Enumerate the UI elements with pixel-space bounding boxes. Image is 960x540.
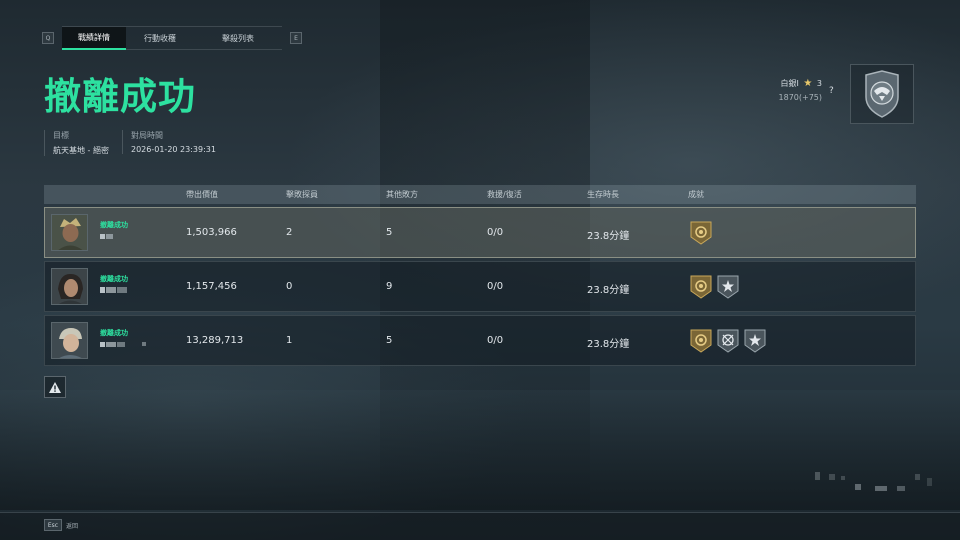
value-cell: 1,503,966 xyxy=(186,227,237,238)
target-value: 航天基地 - 絕密 xyxy=(53,146,109,155)
others-cell: 5 xyxy=(386,227,393,238)
rank-emblem[interactable] xyxy=(850,64,914,124)
status-label: 撤離成功 xyxy=(100,275,128,283)
table-header: 帶出價值 擊敗探員 其他敗方 救援/復活 生存時長 成就 xyxy=(44,185,916,204)
achievements xyxy=(690,329,766,353)
target-label: 目標 xyxy=(53,131,69,140)
kills-cell: 1 xyxy=(286,335,293,346)
survival-cell: 23.8分鐘 xyxy=(587,339,630,350)
rescue-cell: 0/0 xyxy=(487,335,504,346)
header-survival: 生存時長 xyxy=(587,190,619,199)
tab-loot[interactable]: 行動收穫 xyxy=(126,27,194,50)
survival-cell: 23.8分鐘 xyxy=(587,285,630,296)
back-label: 返回 xyxy=(66,522,79,530)
others-cell: 9 xyxy=(386,281,393,292)
player-name-redacted xyxy=(100,340,146,348)
value-cell: 1,157,456 xyxy=(186,281,237,292)
table-row[interactable]: 撤離成功 1,503,966 2 5 0/0 23.8分鐘 xyxy=(44,207,916,258)
silver-compass-icon[interactable] xyxy=(717,329,739,353)
survival-cell: 23.8分鐘 xyxy=(587,231,630,242)
status-label: 撤離成功 xyxy=(100,329,128,337)
kills-cell: 0 xyxy=(286,281,293,292)
tab-bar: 戰績詳情 行動收穫 擊殺列表 xyxy=(62,26,282,50)
tab-kill-list[interactable]: 擊殺列表 xyxy=(194,27,282,50)
achievements xyxy=(690,275,739,299)
achievements xyxy=(690,221,712,245)
others-cell: 5 xyxy=(386,335,393,346)
tab-match-details[interactable]: 戰績詳情 xyxy=(62,27,126,50)
gold-medal-icon[interactable] xyxy=(690,329,712,353)
player-name-redacted xyxy=(100,286,127,294)
help-icon[interactable]: ? xyxy=(829,86,834,96)
target-info: 目標 航天基地 - 絕密 xyxy=(44,130,109,156)
avatar xyxy=(51,214,88,251)
silver-star-icon[interactable] xyxy=(744,329,766,353)
star-icon: ★ xyxy=(803,78,813,89)
time-value: 2026-01-20 23:39:31 xyxy=(131,145,216,154)
silver-star-icon[interactable] xyxy=(717,275,739,299)
header-value: 帶出價值 xyxy=(186,190,218,199)
rank-points: 1870(+75) xyxy=(778,93,822,102)
table-row[interactable]: 撤離成功 1,157,456 0 9 0/0 23.8分鐘 xyxy=(44,261,916,312)
kills-cell: 2 xyxy=(286,227,293,238)
rank-stars: 3 xyxy=(816,79,822,88)
header-achievements: 成就 xyxy=(688,190,704,199)
header-others: 其他敗方 xyxy=(386,190,418,199)
value-cell: 13,289,713 xyxy=(186,335,244,346)
avatar xyxy=(51,268,88,305)
gold-medal-icon[interactable] xyxy=(690,221,712,245)
back-button[interactable]: Esc 返回 xyxy=(44,519,78,531)
rescue-cell: 0/0 xyxy=(487,227,504,238)
pixel-decoration xyxy=(815,472,932,491)
rescue-cell: 0/0 xyxy=(487,281,504,292)
rank-emblem-icon xyxy=(865,70,899,118)
top-nav: Q 戰績詳情 行動收穫 擊殺列表 E xyxy=(42,26,302,50)
gold-medal-icon[interactable] xyxy=(690,275,712,299)
header-rescue: 救援/復活 xyxy=(487,190,522,199)
header-kills: 擊敗探員 xyxy=(286,190,318,199)
e-key-hint[interactable]: E xyxy=(290,32,302,44)
warning-icon xyxy=(49,381,61,393)
esc-key-hint[interactable]: Esc xyxy=(44,519,62,531)
rank-info: 白銀I ★ 3 1870(+75) xyxy=(779,78,822,102)
player-name-redacted xyxy=(100,232,113,240)
time-info: 對局時間 2026-01-20 23:39:31 xyxy=(122,130,216,154)
time-label: 對局時間 xyxy=(131,131,163,140)
footer-bar: Esc 返回 xyxy=(0,512,960,540)
table-row[interactable]: 撤離成功 13,289,713 1 5 0/0 23.8分鐘 xyxy=(44,315,916,366)
result-title: 撤離成功 xyxy=(44,75,196,118)
report-button[interactable] xyxy=(44,376,66,398)
status-label: 撤離成功 xyxy=(100,221,128,229)
q-key-hint[interactable]: Q xyxy=(42,32,54,44)
avatar xyxy=(51,322,88,359)
rank-name: 白銀I xyxy=(780,79,799,88)
